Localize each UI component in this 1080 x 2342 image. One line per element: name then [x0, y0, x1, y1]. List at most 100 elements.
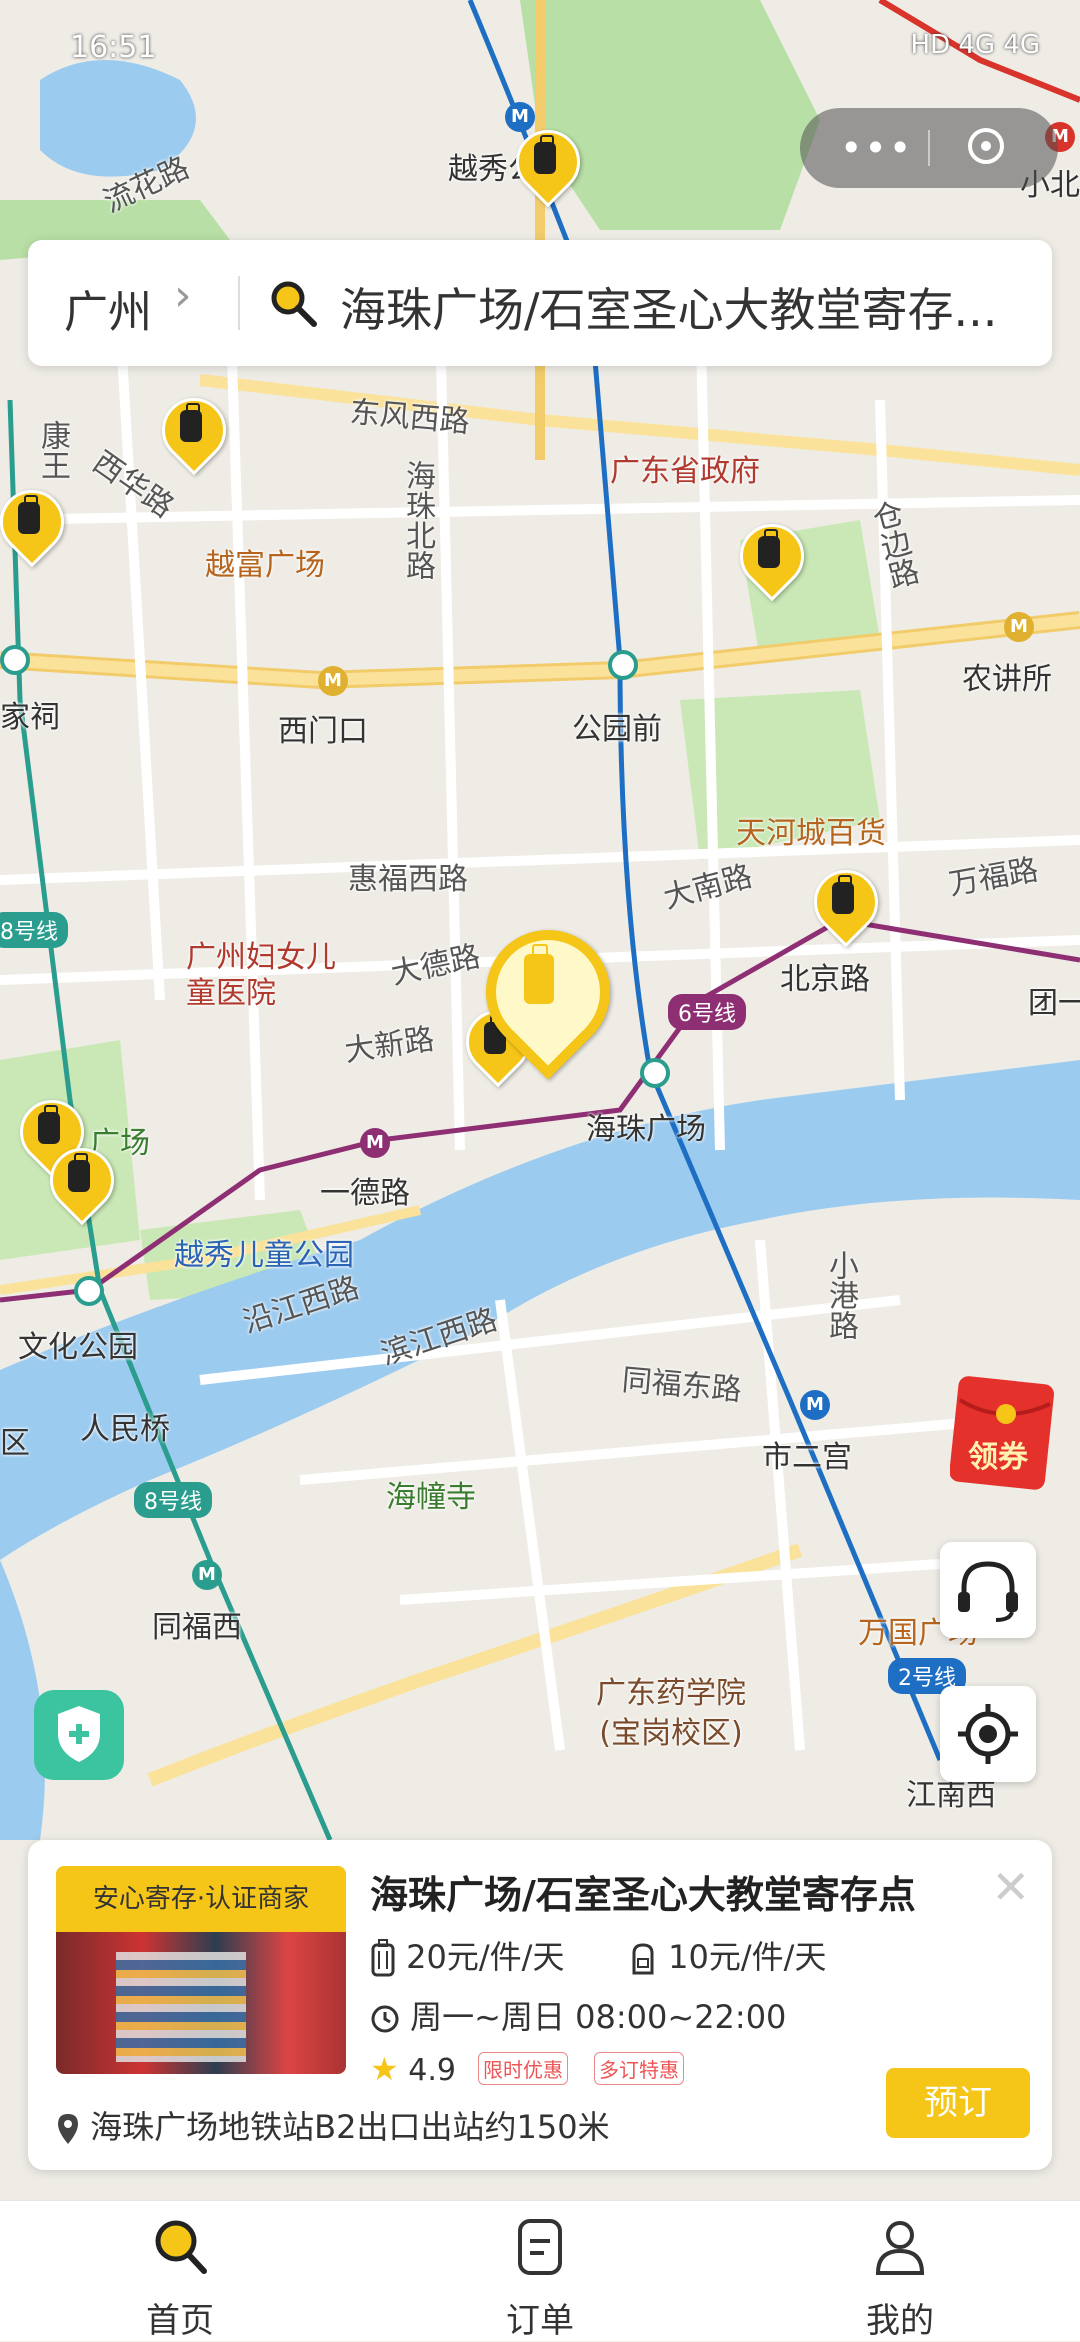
label-haizhu-north: 海珠北路	[400, 460, 435, 580]
store-address: 海珠广场地铁站B2出口出站约150米	[56, 2102, 610, 2148]
luggage-icon	[180, 403, 202, 442]
label-xiaogang-road: 小港路	[823, 1250, 858, 1340]
search-bar[interactable]: 广州 › 海珠广场/石室圣心大教堂寄存...	[28, 240, 1052, 366]
tab-profile-label: 我的	[866, 2301, 934, 2341]
user-icon	[875, 2221, 925, 2275]
tab-home[interactable]: 首页	[90, 2201, 270, 2341]
label-beijing-road: 北京路	[780, 962, 870, 997]
storage-pin[interactable]	[726, 510, 818, 602]
order-icon	[518, 2219, 562, 2275]
label-nongjiangsuo: 农讲所	[962, 662, 1052, 697]
coupon-redpacket[interactable]: 领券	[949, 1370, 1060, 1490]
book-button[interactable]: 预订	[886, 2068, 1030, 2138]
metro-station-icon: M	[192, 1560, 222, 1590]
luggage-icon	[758, 529, 780, 568]
certified-badge: 安心寄存·认证商家	[56, 1866, 346, 1932]
line6-badge: 6号线	[668, 994, 746, 1030]
star-icon: ★	[370, 2050, 399, 2088]
search-divider	[238, 276, 240, 330]
city-selector[interactable]: 广州	[64, 276, 152, 340]
metro-station-icon: M	[360, 1128, 390, 1158]
backpack-icon	[632, 1943, 654, 1975]
label-huifu-road: 惠福西路	[348, 862, 468, 897]
label-wenhua-park: 文化公园	[18, 1330, 138, 1365]
status-icons: HD 4G 4G	[910, 30, 1040, 60]
transfer-station-icon	[74, 1276, 104, 1306]
label-tongfu-west: 同福西	[152, 1610, 242, 1645]
luggage-icon	[18, 495, 40, 534]
luggage-icon	[832, 875, 854, 914]
rating-value: 4.9	[408, 2053, 456, 2088]
capsule-divider	[928, 130, 930, 166]
luggage-icon	[534, 135, 556, 174]
luggage-icon	[524, 944, 554, 1004]
label-yide-road: 一德路	[320, 1176, 410, 1211]
rating: ★ 4.9	[370, 2050, 456, 2088]
headset-icon	[958, 1561, 1018, 1622]
label-ximenkou: 西门口	[278, 714, 368, 749]
storage-pin[interactable]	[148, 384, 240, 476]
location-pin-icon	[58, 2114, 78, 2144]
close-miniprogram-icon[interactable]	[968, 128, 1004, 164]
tag-multi-order: 多订特惠	[594, 2052, 684, 2085]
label-tuanyi: 团一	[1028, 986, 1080, 1021]
label-qu: 区	[0, 1426, 30, 1461]
label-renmin-bridge: 人民桥	[80, 1412, 170, 1447]
label-tianhe-dept: 天河城百货	[736, 816, 886, 851]
label-provincial-gov: 广东省政府	[610, 454, 760, 489]
metro-station-icon: M	[505, 102, 535, 132]
label-hospital: 广州妇女儿童医院	[186, 940, 336, 1011]
locate-button[interactable]	[940, 1686, 1036, 1782]
store-card[interactable]: 安心寄存·认证商家 海珠广场/石室圣心大教堂寄存点 ✕ 20元/件/天 10元/…	[28, 1840, 1052, 2170]
safety-button[interactable]	[34, 1690, 124, 1780]
label-haizhu-square: 海珠广场	[586, 1112, 706, 1147]
search-input[interactable]: 海珠广场/石室圣心大教堂寄存...	[340, 274, 1030, 340]
price-small-text: 10元/件/天	[668, 1938, 827, 1976]
store-title[interactable]: 海珠广场/石室圣心大教堂寄存点	[370, 1864, 916, 1919]
hours-text: 周一~周日 08:00~22:00	[410, 1998, 787, 2036]
chevron-right-icon[interactable]: ›	[174, 270, 192, 321]
tab-orders-label: 订单	[506, 2301, 574, 2341]
metro-station-icon: M	[800, 1390, 830, 1420]
luggage-icon	[68, 1153, 90, 1192]
price-small-luggage: 10元/件/天	[628, 1932, 826, 1979]
miniprogram-capsule[interactable]: •••	[800, 108, 1058, 188]
label-gongyuanqian: 公园前	[572, 712, 662, 747]
storage-pin[interactable]	[502, 116, 594, 208]
close-icon[interactable]: ✕	[991, 1860, 1030, 1914]
metro-station-icon: M	[318, 666, 348, 696]
selected-storage-pin[interactable]	[460, 904, 636, 1080]
label-yuefu-plaza: 越富广场	[205, 548, 325, 583]
tag-limited-offer: 限时优惠	[478, 2052, 568, 2085]
store-photo	[56, 1932, 346, 2074]
label-shiergong: 市二宫	[762, 1440, 852, 1475]
address-text: 海珠广场地铁站B2出口出站约150米	[90, 2108, 610, 2146]
label-jiaci: 家祠	[0, 700, 60, 735]
search-icon	[271, 281, 317, 327]
search-icon	[155, 2220, 207, 2274]
luggage-icon	[38, 1105, 60, 1144]
line8-badge: 8号线	[0, 912, 68, 948]
suitcase-icon	[371, 1939, 395, 1977]
locate-icon	[958, 1704, 1018, 1764]
tab-profile[interactable]: 我的	[810, 2201, 990, 2341]
storage-pin[interactable]	[36, 1134, 128, 1226]
label-yuexiu-kids-park: 越秀儿童公园	[174, 1238, 354, 1273]
tab-bar: 首页 订单 我的	[0, 2200, 1080, 2341]
customer-service-button[interactable]	[940, 1542, 1036, 1638]
storage-pin[interactable]	[800, 856, 892, 948]
transfer-station-icon	[0, 645, 30, 675]
storage-pin[interactable]	[0, 476, 78, 568]
transfer-station-icon	[640, 1058, 670, 1088]
label-pharma-college: 广东药学院 (宝岗校区)	[596, 1676, 746, 1751]
status-bar: 16:51 HD 4G 4G	[0, 0, 1080, 100]
more-icon[interactable]: •••	[840, 126, 913, 170]
shield-icon	[58, 1706, 100, 1762]
tab-home-label: 首页	[146, 2301, 214, 2341]
tab-orders[interactable]: 订单	[450, 2201, 630, 2341]
status-time: 16:51	[70, 30, 157, 65]
price-large-text: 20元/件/天	[406, 1938, 565, 1976]
label-haichuang-temple: 海幢寺	[386, 1480, 476, 1515]
clock-icon	[371, 2005, 399, 2033]
metro-station-icon: M	[1004, 612, 1034, 642]
